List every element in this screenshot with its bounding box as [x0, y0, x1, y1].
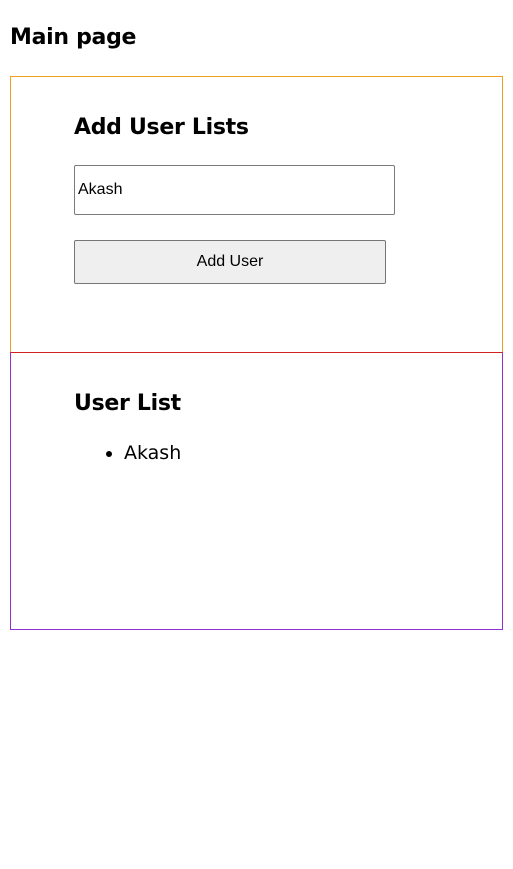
- user-list-panel: User List Akash: [10, 352, 503, 630]
- add-user-title: Add User Lists: [74, 115, 249, 140]
- page-title: Main page: [10, 25, 137, 50]
- user-name-input[interactable]: [74, 165, 395, 215]
- add-user-button[interactable]: Add User: [74, 240, 386, 284]
- list-item: Akash: [124, 439, 181, 467]
- user-list: Akash: [74, 439, 181, 467]
- add-user-panel: Add User Lists Add User: [10, 76, 503, 353]
- user-list-title: User List: [74, 391, 181, 416]
